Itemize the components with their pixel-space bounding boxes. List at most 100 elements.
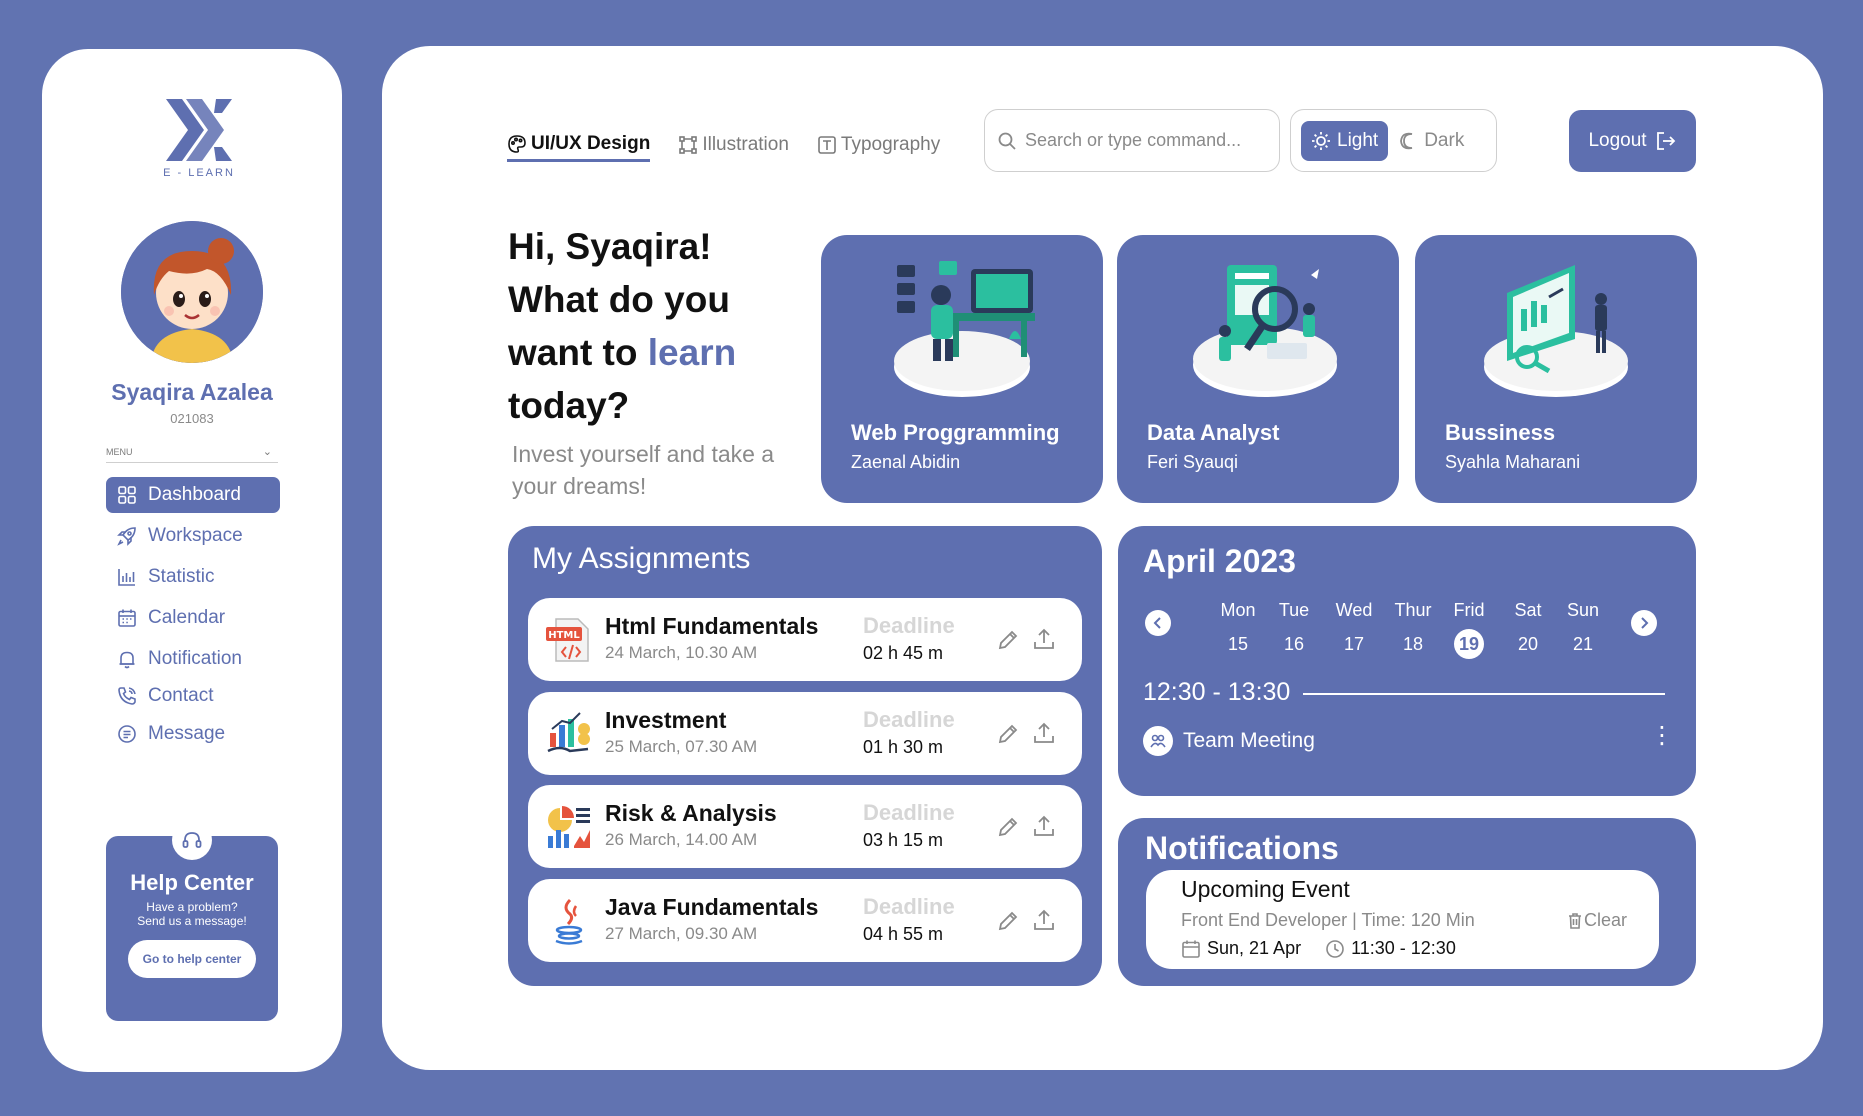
message-icon [116,723,138,745]
tab-label: UI/UX Design [531,132,651,154]
logout-label: Logout [1588,130,1647,151]
deadline-remaining: 03 h 15 m [863,830,944,850]
chevron-left-icon [1153,617,1161,629]
brand-logo[interactable]: E - LEARN [159,97,239,187]
calendar-event[interactable]: Team Meeting [1143,726,1315,756]
greeting-line-4: today? [508,385,630,426]
clear-button[interactable]: Clear [1566,910,1627,931]
help-center-button[interactable]: Go to help center [127,940,257,978]
help-title: Help Center [130,870,254,895]
assignments-panel: My Assignments HTML Html Fundamentals 24… [508,526,1102,986]
upload-icon[interactable] [1031,907,1057,933]
edit-pencil-icon[interactable] [996,909,1020,933]
logout-button[interactable]: Logout [1569,110,1696,172]
edit-pencil-icon[interactable] [996,628,1020,652]
upload-icon[interactable] [1031,813,1057,839]
edit-pencil-icon[interactable] [996,722,1020,746]
notification-card[interactable]: Upcoming Event Front End Developer | Tim… [1146,870,1659,969]
phone-icon [116,685,138,707]
deadline-label: Deadline [863,800,955,825]
calendar-day[interactable]: Tue 16 [1269,600,1319,659]
tab-label: Illustration [702,134,789,155]
calendar-next-button[interactable] [1631,610,1657,636]
calendar-day[interactable]: Sun 21 [1558,600,1608,659]
course-card-bussiness[interactable]: Bussiness Syahla Maharani [1415,235,1697,503]
tab-ui-ux-design[interactable]: UI/UX Design [507,128,651,162]
timeline-divider [1303,693,1665,695]
calendar-day[interactable]: Sat 20 [1503,600,1553,659]
tab-illustration[interactable]: Illustration [678,128,789,162]
deadline-label: Deadline [863,613,955,638]
team-icon [1143,726,1173,756]
avatar[interactable] [121,221,263,363]
calendar-month: April 2023 [1143,543,1296,579]
day-name: Tue [1278,600,1310,620]
course-instructor: Zaenal Abidin [851,452,961,472]
sidebar-item-statistic[interactable]: Statistic [106,559,280,595]
course-instructor: Feri Syauqi [1147,452,1239,472]
sidebar-item-label: Workspace [148,525,243,546]
deadline-remaining: 02 h 45 m [863,643,944,663]
greeting-line-1: Hi, Syaqira! [508,226,712,267]
sidebar-item-calendar[interactable]: Calendar [106,600,280,636]
assignment-row[interactable]: Risk & Analysis 26 March, 14.00 AM Deadl… [528,785,1082,868]
more-options-icon[interactable]: ⋮ [1650,724,1674,748]
sidebar-item-label: Statistic [148,566,215,587]
event-title: Team Meeting [1183,729,1315,752]
calendar-day[interactable]: Mon 15 [1213,600,1263,659]
sidebar-item-workspace[interactable]: Workspace [106,518,280,554]
category-tabs: UI/UX Design Illustration Typography [507,128,968,162]
logout-icon [1655,130,1677,152]
upload-icon[interactable] [1031,626,1057,652]
assignment-date: 26 March, 14.00 AM [605,830,758,849]
theme-dark-button[interactable]: Dark [1388,121,1474,161]
assignment-row[interactable]: Investment 25 March, 07.30 AM Deadline 0… [528,692,1082,775]
calendar-day[interactable]: Wed 17 [1329,600,1379,659]
theme-light-button[interactable]: Light [1301,120,1389,161]
notifications-title: Notifications [1145,830,1339,866]
theme-light-label: Light [1337,129,1379,151]
course-card-data-analyst[interactable]: Data Analyst Feri Syauqi [1117,235,1399,503]
sidebar-item-label: Contact [148,685,214,706]
clear-label: Clear [1584,910,1628,930]
sidebar-item-contact[interactable]: Contact [106,678,280,714]
vector-icon [678,135,698,155]
sidebar-item-message[interactable]: Message [106,716,280,752]
search-placeholder: Search or type command... [1025,130,1242,150]
calendar-prev-button[interactable] [1145,610,1171,636]
dashboard-grid-icon [116,484,138,506]
assignment-date: 25 March, 07.30 AM [605,737,758,756]
deadline-remaining: 04 h 55 m [863,924,944,944]
notification-time: 11:30 - 12:30 [1351,938,1456,958]
upload-icon[interactable] [1031,720,1057,746]
web-programming-illustration [894,261,1035,397]
notification-meta: Sun, 21 Apr 11:30 - 12:30 [1181,938,1456,959]
assignment-row[interactable]: Java Fundamentals 27 March, 09.30 AM Dea… [528,879,1082,962]
day-name: Thur [1394,600,1432,620]
assignment-name: Investment [605,707,727,733]
greeting-subtitle: Invest yourself and take a your dreams! [512,441,775,499]
edit-pencil-icon[interactable] [996,815,1020,839]
calendar-day[interactable]: Thur 18 [1388,600,1438,659]
help-subtitle: Have a problem? Send us a message! [106,900,278,928]
tab-typography[interactable]: Typography [817,128,940,162]
sidebar-item-label: Message [148,723,226,744]
event-time: 12:30 - 13:30 [1143,678,1291,706]
sidebar-item-dashboard[interactable]: Dashboard [106,477,280,513]
help-center-card: Help Center Have a problem? Send us a me… [106,820,278,1021]
deadline-label: Deadline [863,707,955,732]
assignment-row[interactable]: HTML Html Fundamentals 24 March, 10.30 A… [528,598,1082,681]
logo-mark-icon [166,99,232,161]
help-line-1: Have a problem? [146,900,238,914]
sidebar-item-label: Notification [148,648,242,669]
sidebar-item-notification[interactable]: Notification [106,641,280,677]
search-input[interactable]: Search or type command... [984,109,1280,172]
day-number: 17 [1343,634,1365,654]
day-name: Sun [1566,600,1600,620]
notification-title: Upcoming Event [1181,876,1350,902]
course-card-web-programming[interactable]: Web Proggramming Zaenal Abidin [821,235,1103,503]
menu-heading[interactable]: MENU ⌄ [106,446,278,463]
notification-subtitle: Front End Developer | Time: 120 Min [1181,910,1475,930]
assignment-date: 27 March, 09.30 AM [605,924,758,943]
calendar-day-selected[interactable]: Frid 19 [1444,600,1494,659]
